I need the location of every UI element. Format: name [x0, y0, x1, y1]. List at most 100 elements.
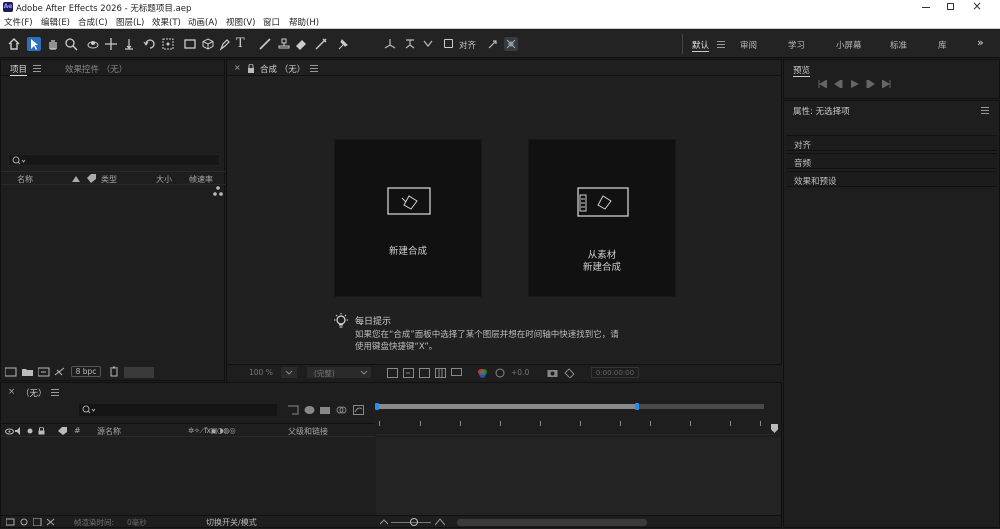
lock-icon[interactable] — [247, 64, 255, 73]
frame-blending-icon[interactable] — [320, 405, 331, 415]
audio-icon[interactable] — [15, 427, 23, 435]
orbit-camera-icon[interactable] — [86, 37, 100, 51]
close-timeline-tab-icon[interactable]: × — [8, 387, 15, 397]
timecode-display[interactable]: 0:00:00:00 — [591, 367, 639, 378]
work-area-start-handle[interactable] — [375, 403, 379, 410]
label-color-icon[interactable] — [58, 427, 67, 435]
flowchart-icon[interactable] — [213, 186, 223, 196]
pen-tool-icon[interactable] — [218, 37, 232, 51]
pan-behind-icon[interactable] — [161, 37, 175, 51]
timeline-menu-icon[interactable] — [51, 389, 59, 396]
region-of-interest-icon[interactable] — [387, 368, 398, 378]
menu-effect[interactable]: 效果(T) — [152, 16, 181, 28]
menu-help[interactable]: 帮助(H) — [289, 16, 319, 28]
sort-up-icon[interactable] — [72, 176, 80, 182]
switches-icons[interactable]: ✲✧⟋fx▣◑◍◎ — [188, 426, 236, 436]
color-channel-icon[interactable] — [477, 368, 488, 378]
rotate-tool-icon[interactable] — [143, 37, 157, 51]
grid-guides-icon[interactable] — [435, 368, 446, 378]
close-button[interactable]: × — [970, 0, 984, 13]
clone-stamp-icon[interactable] — [277, 37, 291, 51]
column-source-name[interactable]: 源名称 — [97, 426, 121, 437]
zoom-out-icon[interactable] — [380, 518, 388, 526]
tab-timeline[interactable]: （无） — [21, 387, 47, 399]
column-parent-link[interactable]: 父级和链接 — [288, 426, 328, 437]
new-composition-from-footage-card[interactable]: 从素材 新建合成 — [528, 139, 676, 297]
eraser-tool-icon[interactable] — [294, 37, 308, 51]
zoom-dropdown[interactable] — [281, 367, 297, 378]
new-folder-icon[interactable] — [22, 367, 34, 377]
skip-to-end-icon[interactable] — [882, 80, 891, 88]
zoom-value[interactable]: 100 % — [249, 368, 273, 377]
workspace-review[interactable]: 审阅 — [740, 39, 757, 51]
column-type[interactable]: 类型 — [101, 174, 117, 185]
align-checkbox[interactable] — [444, 39, 453, 48]
timeline-scrollbar[interactable] — [457, 519, 647, 526]
minimize-button[interactable] — [920, 1, 932, 13]
previous-frame-icon[interactable] — [834, 80, 843, 88]
project-settings-icon[interactable] — [54, 367, 66, 377]
quality-dropdown[interactable]: (完整) — [307, 367, 371, 378]
zoom-tool-icon[interactable] — [64, 37, 78, 51]
roto-brush-icon[interactable] — [314, 37, 328, 51]
workspace-overflow-icon[interactable]: » — [977, 36, 984, 49]
composition-menu-icon[interactable] — [310, 65, 318, 72]
selection-tool-icon[interactable] — [27, 37, 41, 51]
axis-local-icon[interactable] — [383, 37, 397, 51]
project-search-input[interactable] — [8, 154, 220, 166]
lock-layer-icon[interactable] — [38, 427, 45, 435]
tab-composition[interactable]: 合成 （无） — [260, 63, 305, 75]
exposure-value[interactable]: +0.0 — [511, 368, 529, 377]
video-eye-icon[interactable] — [5, 428, 14, 435]
puppet-pin-icon[interactable] — [336, 37, 350, 51]
3d-shape-icon[interactable] — [201, 37, 215, 51]
play-icon[interactable] — [851, 80, 859, 88]
zoom-in-icon[interactable] — [435, 518, 445, 526]
hand-tool-icon[interactable] — [46, 37, 60, 51]
column-name[interactable]: 名称 — [17, 174, 33, 185]
tab-project[interactable]: 项目 — [10, 63, 28, 76]
menu-layer[interactable]: 图层(L) — [116, 16, 144, 28]
workspace-menu-icon[interactable] — [717, 41, 725, 48]
dolly-camera-icon[interactable] — [122, 37, 136, 51]
timeline-search-input[interactable] — [79, 404, 277, 416]
modes-icon[interactable] — [33, 518, 42, 526]
mask-path-icon[interactable] — [419, 368, 430, 378]
toggle-switches-modes[interactable]: 切换开关/模式 — [206, 517, 257, 528]
project-menu-icon[interactable] — [33, 65, 41, 72]
work-area-bar[interactable] — [375, 402, 766, 411]
workspace-small-screen[interactable]: 小屏幕 — [836, 39, 862, 51]
axis-world-icon[interactable] — [403, 37, 417, 51]
next-frame-icon[interactable] — [866, 80, 875, 88]
maximize-button[interactable] — [945, 1, 957, 13]
menu-edit[interactable]: 编辑(E) — [41, 16, 70, 28]
snapshot-camera-icon[interactable] — [547, 368, 558, 378]
workspace-learn[interactable]: 学习 — [788, 39, 805, 51]
tab-effect-controls[interactable]: 效果控件 （无） — [65, 63, 127, 75]
show-snapshot-icon[interactable] — [564, 368, 575, 378]
close-tab-icon[interactable]: × — [234, 63, 241, 72]
trash-icon[interactable] — [109, 366, 119, 377]
exposure-icon[interactable] — [495, 368, 505, 378]
time-ruler[interactable] — [376, 413, 776, 435]
column-fps[interactable]: 帧速率 — [189, 174, 213, 185]
home-icon[interactable] — [7, 37, 21, 51]
work-area-range[interactable] — [376, 404, 638, 409]
render-icon[interactable] — [6, 518, 15, 526]
menu-view[interactable]: 视图(V) — [226, 16, 255, 28]
transparency-grid-icon[interactable] — [403, 368, 414, 378]
workspace-default[interactable]: 默认 — [692, 39, 710, 52]
in-out-icon[interactable] — [46, 518, 55, 526]
section-effects-presets[interactable]: 效果和预设 — [786, 171, 997, 187]
snap-grid-icon[interactable] — [504, 37, 518, 51]
comment-icon[interactable] — [451, 368, 462, 378]
solo-icon[interactable] — [27, 428, 33, 434]
zoom-slider-thumb[interactable] — [410, 518, 418, 526]
section-align[interactable]: 对齐 — [786, 135, 997, 151]
text-tool-icon[interactable]: T — [236, 37, 250, 51]
interpret-footage-icon[interactable] — [5, 367, 17, 377]
workspace-standard[interactable]: 标准 — [890, 39, 907, 51]
rectangle-tool-icon[interactable] — [183, 37, 197, 51]
snap-icon[interactable] — [486, 37, 500, 51]
bpc-button[interactable]: 8 bpc — [71, 366, 101, 377]
